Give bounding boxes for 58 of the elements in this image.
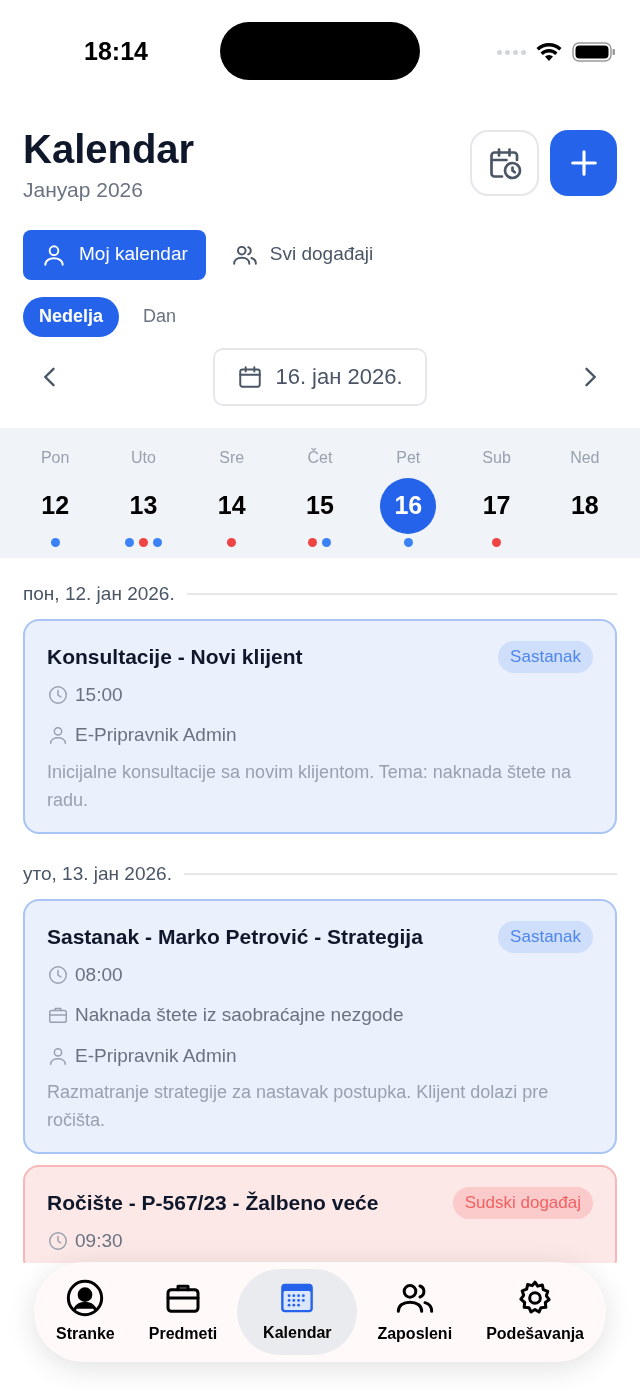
tab-bar-item[interactable]: Predmeti (134, 1269, 232, 1355)
clock-icon (47, 963, 69, 986)
event-owner: E-Pripravnik Admin (75, 1043, 237, 1068)
event-type-tag: Sudski događaj (452, 1187, 593, 1219)
plus-icon (568, 148, 599, 178)
event-owner: E-Pripravnik Admin (75, 723, 237, 747)
event-description: Razmatranje strategije za nastavak postupka. Klijent dolazi pre ročišta. (47, 1081, 550, 1132)
schedule-button[interactable] (470, 130, 539, 196)
weekday-label: Čet (307, 447, 333, 468)
view-tab[interactable]: Nedelja (23, 296, 120, 337)
event-card[interactable]: Ročište - P-567/23 - Žalbeno veće Sudski događaj 09:30 (23, 1165, 617, 1263)
event-type-tag: Sastanak (498, 641, 593, 673)
date-heading: пон, 12. јан 2026. (23, 581, 175, 606)
weekday-label: Sre (219, 447, 245, 468)
person-circle-icon (65, 1278, 106, 1318)
day-number[interactable]: 17 (468, 477, 525, 534)
case-name: Naknada štete iz saobraćajne nezgode (75, 1003, 404, 1027)
day-number[interactable]: 12 (27, 477, 84, 534)
weekday-label: Sub (482, 447, 511, 468)
event-card[interactable]: Konsultacije - Novi klijent Sastanak 15:00 E-Pripravnik Admin Inicijalne konsultacije sa novim klijentom. Tema: naknada štete na radu. (23, 619, 617, 834)
add-button[interactable] (550, 130, 617, 196)
person-icon (47, 724, 69, 747)
tab-bar-item[interactable]: Kalendar (237, 1269, 358, 1355)
page-title: Kalendar (23, 126, 195, 172)
wifi-icon (536, 42, 562, 62)
status-time: 18:14 (84, 36, 148, 68)
view-tab[interactable]: Dan (127, 296, 193, 337)
event-time: 15:00 (75, 682, 123, 707)
event-description: Inicijalne konsultacije sa novim klijentom. Tema: naknada štete na radu. (47, 760, 572, 812)
tab-bar-item[interactable]: Podešavanja (472, 1269, 598, 1355)
scope-tab[interactable]: Moj kalendar (23, 229, 206, 280)
tab-bar-item[interactable]: Zaposleni (363, 1269, 467, 1355)
weekday-label: Ned (570, 447, 600, 468)
weekday-label: Pet (396, 447, 421, 468)
tab-bar-item[interactable]: Stranke (42, 1269, 129, 1355)
event-time: 09:30 (75, 1228, 123, 1253)
event-time: 08:00 (75, 962, 123, 987)
weekday-label: Uto (130, 447, 156, 468)
event-title: Sastanak - Marko Petrović - Strategija (47, 924, 423, 950)
day-number[interactable]: 16 (380, 477, 437, 534)
event-title: Konsultacije - Novi klijent (47, 644, 303, 670)
day-number[interactable]: 13 (115, 477, 172, 534)
signal-icon (497, 49, 526, 55)
day-number[interactable]: 18 (556, 477, 613, 534)
day-number[interactable]: 14 (203, 477, 260, 534)
clock-icon (47, 1229, 69, 1252)
event-card[interactable]: Sastanak - Marko Petrović - Strategija Sastanak 08:00 Naknada štete iz saobraćajne nezgode E-Pripravnik Admin Razmatranje strategije za nastavak postupka. Klijent dolazi pre ročišta. (23, 899, 617, 1154)
clock-icon (47, 683, 69, 706)
weekday-label: Pon (40, 447, 70, 468)
date-heading: уто, 13. јан 2026. (23, 861, 172, 886)
date-picker[interactable]: 16. јан 2026. (213, 347, 427, 406)
month-label: Јануар 2026 (23, 177, 144, 203)
battery-icon (572, 42, 616, 62)
event-type-tag: Sastanak (498, 921, 593, 953)
calendar-icon (237, 363, 264, 390)
scope-tab[interactable]: Svi događaji (213, 229, 392, 280)
day-number[interactable]: 15 (292, 477, 348, 534)
event-title: Ročište - P-567/23 - Žalbeno veće (47, 1190, 379, 1216)
